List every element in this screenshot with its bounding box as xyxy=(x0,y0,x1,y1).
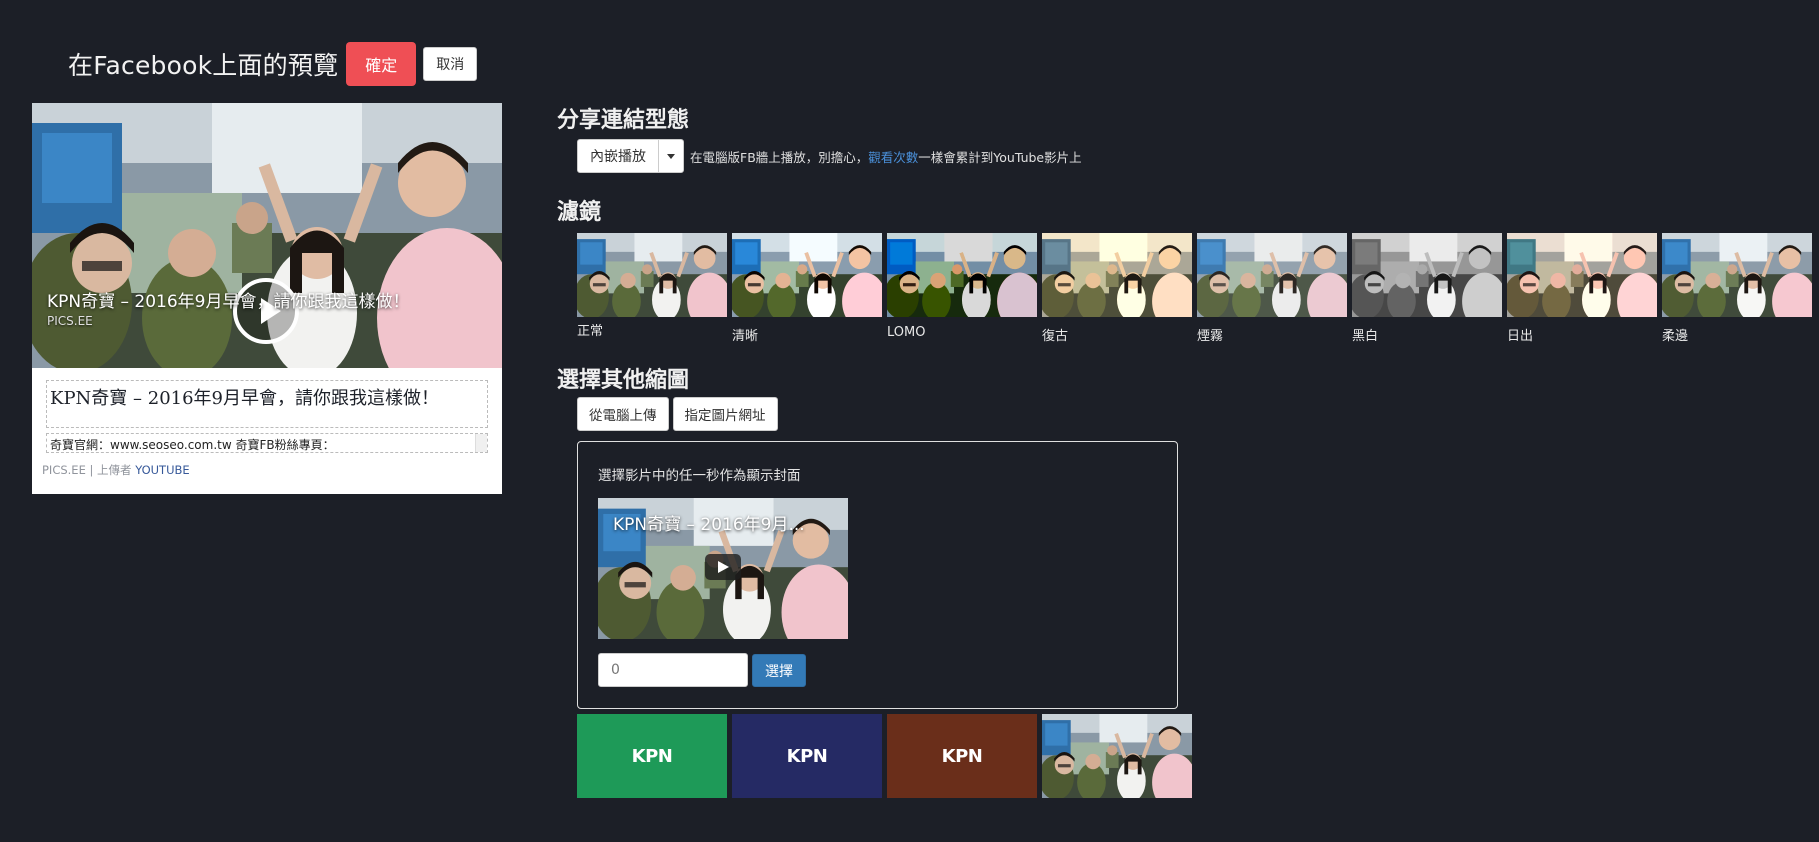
footer-separator: | 上傳者 xyxy=(85,463,136,477)
upload-from-computer-button[interactable]: 從電腦上傳 xyxy=(577,397,669,431)
share-note-text-end: 一樣會累計到YouTube影片上 xyxy=(918,149,1082,165)
filter-option[interactable]: 清晰 xyxy=(732,233,882,344)
filter-option[interactable]: 復古 xyxy=(1042,233,1192,344)
share-type-note: 在電腦版FB牆上播放，別擔心，觀看次數一樣會累計到YouTube影片上 xyxy=(690,147,1082,166)
filter-label: 復古 xyxy=(1042,329,1069,344)
second-input[interactable] xyxy=(598,653,748,687)
filter-thumbnail[interactable] xyxy=(577,233,727,317)
facebook-preview-card: KPN奇寶 – 2016年9月早會，請你跟我這樣做！ PICS.EE KPN奇寶… xyxy=(32,103,502,494)
filter-option[interactable]: LOMO xyxy=(887,233,1037,344)
filter-thumbnail[interactable] xyxy=(732,233,882,317)
thumbnail-option-logo[interactable]: KPN xyxy=(732,714,882,798)
picker-video-title: KPN奇寶 – 2016年9月... xyxy=(613,515,805,535)
thumbnail-option-photo[interactable] xyxy=(1042,714,1192,798)
thumbnail-source-buttons: 從電腦上傳 指定圖片網址 xyxy=(577,397,782,431)
preview-footer: PICS.EE | 上傳者 YOUTUBE xyxy=(32,462,502,478)
share-type-heading: 分享連結型態 xyxy=(557,108,690,133)
filter-option[interactable]: 日出 xyxy=(1507,233,1657,344)
filter-label: 煙霧 xyxy=(1197,329,1224,344)
filter-label: 清晰 xyxy=(732,329,759,344)
confirm-button[interactable]: 確定 xyxy=(346,42,417,86)
filter-list: 正常 清晰 LOMO 復古 煙霧 黑白 日出 柔邊 xyxy=(577,233,1817,344)
kpn-logo-text: KPN xyxy=(786,745,828,767)
filter-label: 黑白 xyxy=(1352,329,1379,344)
views-link[interactable]: 觀看次數 xyxy=(868,150,918,165)
frame-picker-panel: 選擇影片中的任一秒作為顯示封面 KPN奇寶 – 2016年9月... 選擇 xyxy=(577,441,1178,709)
select-second-button[interactable]: 選擇 xyxy=(752,654,806,687)
share-type-dropdown[interactable]: 內嵌播放 xyxy=(577,139,684,173)
share-type-selected[interactable]: 內嵌播放 xyxy=(578,140,659,172)
filter-option[interactable]: 煙霧 xyxy=(1197,233,1347,344)
preview-header: 在Facebook上面的預覽 確定 取消 xyxy=(68,42,478,86)
description-scrollbar[interactable] xyxy=(475,434,487,452)
footer-site: PICS.EE xyxy=(42,463,86,477)
filter-thumbnail[interactable] xyxy=(1507,233,1657,317)
filter-thumbnail[interactable] xyxy=(1197,233,1347,317)
filter-label: 正常 xyxy=(577,324,604,339)
thumbnail-options: KPN KPN KPN xyxy=(577,714,1197,798)
filter-label: 日出 xyxy=(1507,329,1534,344)
footer-uploader: YOUTUBE xyxy=(135,463,190,477)
thumbnails-heading: 選擇其他縮圖 xyxy=(557,368,690,393)
caret-down-icon[interactable] xyxy=(659,140,683,172)
frame-picker-video[interactable]: KPN奇寶 – 2016年9月... xyxy=(598,498,848,639)
filter-option[interactable]: 黑白 xyxy=(1352,233,1502,344)
thumbnail-option-logo[interactable]: KPN xyxy=(887,714,1037,798)
preview-description-editable[interactable]: 奇寶官網：www.seoseo.com.tw 奇寶FB粉絲專頁： xyxy=(46,433,488,453)
page-title: 在Facebook上面的預覽 xyxy=(68,51,339,80)
frame-picker-label: 選擇影片中的任一秒作為顯示封面 xyxy=(598,468,801,484)
filter-thumbnail[interactable] xyxy=(1662,233,1812,317)
filter-thumbnail[interactable] xyxy=(1042,233,1192,317)
cancel-button[interactable]: 取消 xyxy=(423,47,478,81)
filter-label: 柔邊 xyxy=(1662,329,1689,344)
filter-option[interactable]: 柔邊 xyxy=(1662,233,1812,344)
preview-video-source: PICS.EE xyxy=(47,314,93,328)
share-type-row: 內嵌播放 在電腦版FB牆上播放，別擔心，觀看次數一樣會累計到YouTube影片上 xyxy=(577,139,1082,173)
filter-thumbnail[interactable] xyxy=(887,233,1037,317)
preview-video-title: KPN奇寶 – 2016年9月早會，請你跟我這樣做！ xyxy=(47,292,410,312)
thumbnail-option-logo[interactable]: KPN xyxy=(577,714,727,798)
preview-video-thumbnail[interactable]: KPN奇寶 – 2016年9月早會，請你跟我這樣做！ PICS.EE xyxy=(32,103,502,368)
play-icon[interactable] xyxy=(705,554,741,580)
filter-label: LOMO xyxy=(887,325,926,340)
kpn-logo-text: KPN xyxy=(631,745,673,767)
filter-thumbnail[interactable] xyxy=(1352,233,1502,317)
kpn-logo-text: KPN xyxy=(941,745,983,767)
filters-heading: 濾鏡 xyxy=(557,200,602,225)
preview-headline-editable[interactable]: KPN奇寶 – 2016年9月早會，請你跟我這樣做！ xyxy=(46,380,488,428)
filter-option[interactable]: 正常 xyxy=(577,233,727,344)
share-note-text: 在電腦版FB牆上播放，別擔心， xyxy=(690,149,869,165)
image-url-button[interactable]: 指定圖片網址 xyxy=(672,397,778,431)
preview-description-text: 奇寶官網：www.seoseo.com.tw 奇寶FB粉絲專頁： xyxy=(50,438,335,452)
